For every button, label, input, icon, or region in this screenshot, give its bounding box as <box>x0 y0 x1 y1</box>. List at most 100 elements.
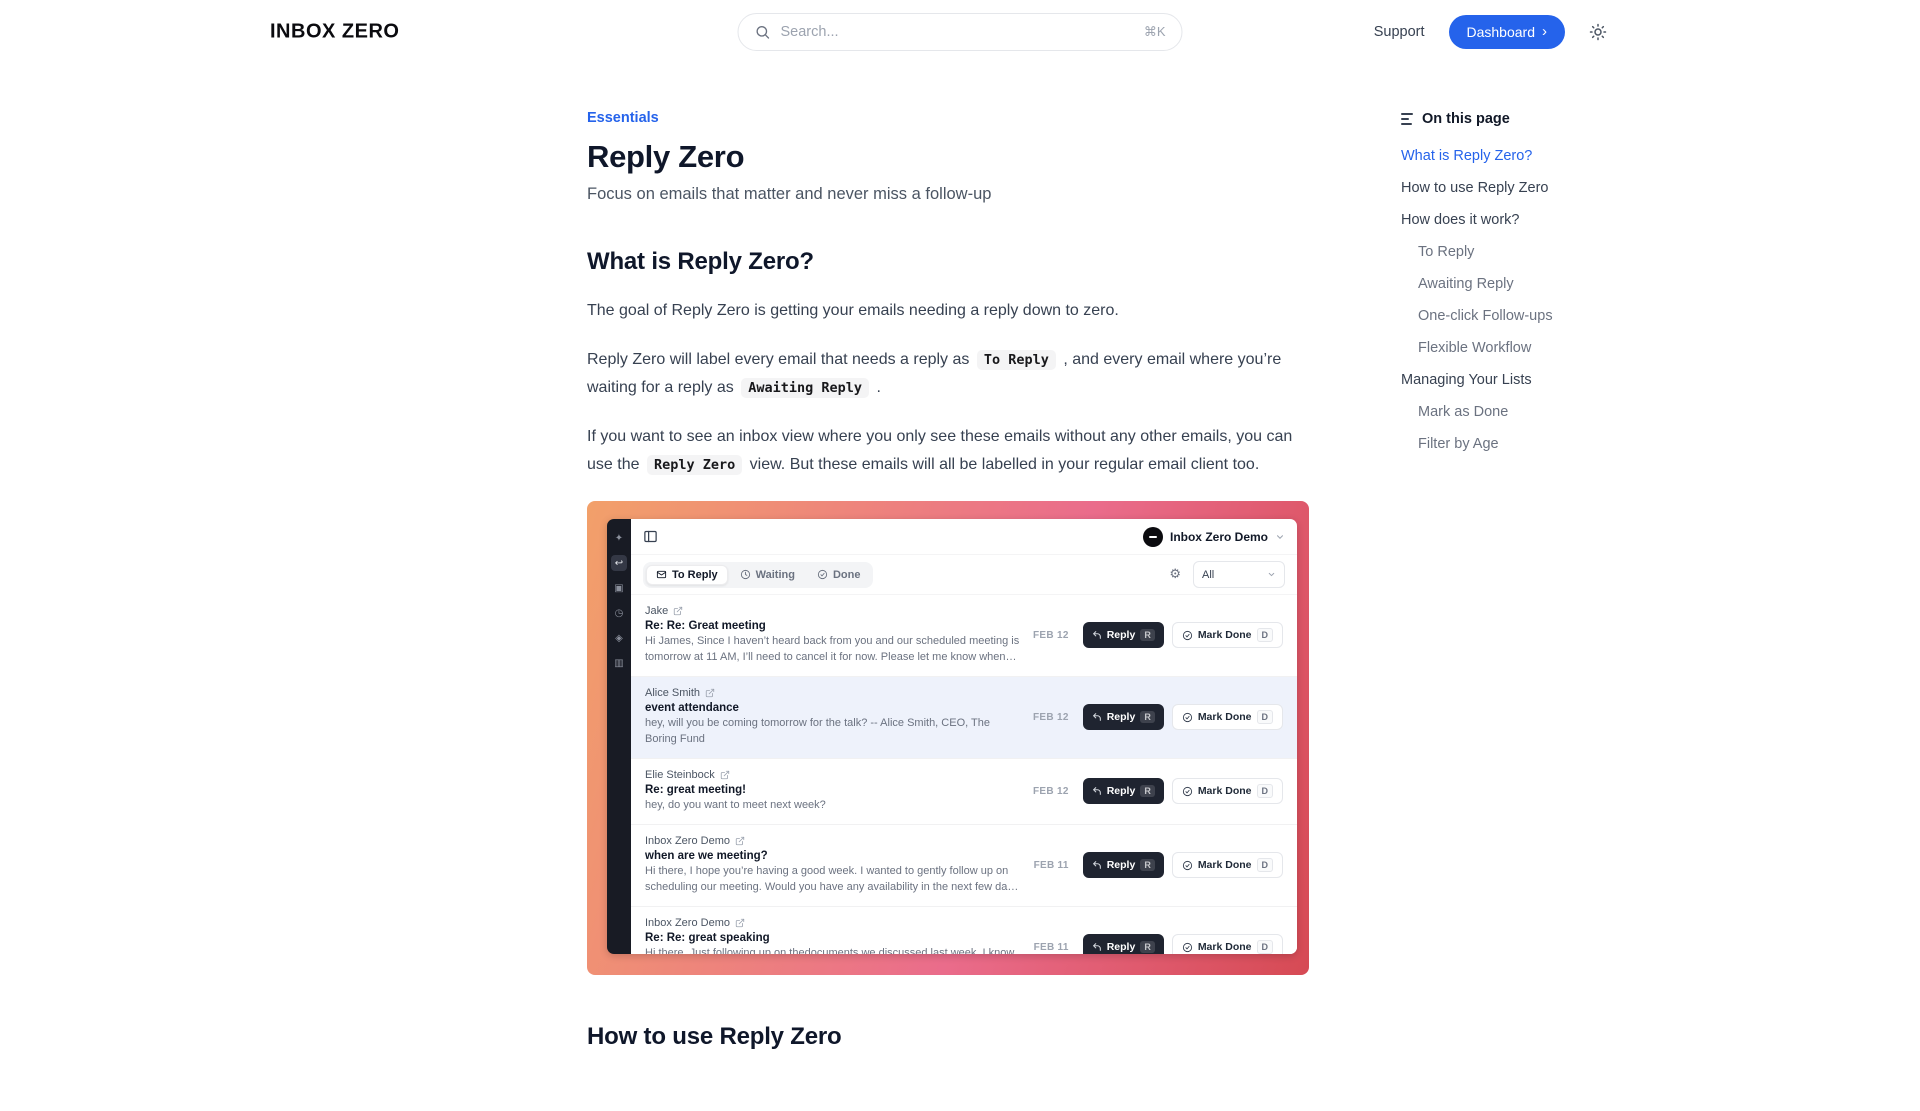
toc-heading: On this page <box>1422 111 1510 127</box>
external-link-icon[interactable] <box>735 836 745 846</box>
email-actions: FEB 12 Reply R Mark Done D <box>1033 622 1283 648</box>
mark-done-button[interactable]: Mark Done D <box>1172 778 1283 804</box>
paragraph-text: Reply Zero will label every email that n… <box>587 351 969 368</box>
reply-arrow-icon <box>1092 712 1102 722</box>
mark-done-label: Mark Done <box>1198 629 1252 641</box>
email-snippet: Hi James, Since I haven’t heard back fro… <box>645 634 1021 666</box>
tab-label: To Reply <box>672 569 718 581</box>
reply-button[interactable]: Reply R <box>1083 778 1164 804</box>
reply-arrow-icon <box>1092 942 1102 952</box>
toc-header: On this page <box>1401 111 1591 127</box>
toc-item[interactable]: How does it work? <box>1401 211 1591 230</box>
email-main: Jake Re: Re: Great meeting Hi James, Sin… <box>645 605 1021 666</box>
toc-list: What is Reply Zero? How to use Reply Zero… <box>1401 147 1591 454</box>
mark-done-button[interactable]: Mark Done D <box>1172 934 1283 954</box>
clock-icon[interactable]: ◷ <box>611 605 627 621</box>
paragraph-labels: Reply Zero will label every email that n… <box>587 346 1309 402</box>
email-main: Inbox Zero Demo when are we meeting? Hi … <box>645 835 1022 896</box>
inline-code-to-reply: To Reply <box>977 350 1056 370</box>
paragraph-view: If you want to see an inbox view where y… <box>587 423 1309 479</box>
paragraph-goal: The goal of Reply Zero is getting your e… <box>587 297 1309 325</box>
theme-toggle-sun-icon[interactable] <box>1589 23 1607 41</box>
toc-item[interactable]: Flexible Workflow <box>1401 339 1591 358</box>
toc-item[interactable]: Mark as Done <box>1401 403 1591 422</box>
toc-item[interactable]: How to use Reply Zero <box>1401 179 1591 198</box>
sidebar-toggle-icon[interactable] <box>643 529 658 544</box>
done-shortcut-badge: D <box>1257 940 1274 954</box>
email-row[interactable]: Jake Re: Re: Great meeting Hi James, Sin… <box>631 595 1297 677</box>
email-date: FEB 11 <box>1034 860 1069 871</box>
logo[interactable]: INBOX ZERO <box>270 21 399 44</box>
clock-icon <box>740 569 751 580</box>
chart-icon[interactable]: ▥ <box>611 655 627 671</box>
demo-tab-waiting[interactable]: Waiting <box>730 565 805 585</box>
reply-arrow-icon <box>1092 860 1102 870</box>
toc: On this page What is Reply Zero? How to u… <box>1401 109 1591 467</box>
toc-item[interactable]: Awaiting Reply <box>1401 275 1591 294</box>
mark-done-label: Mark Done <box>1198 785 1252 797</box>
reply-button[interactable]: Reply R <box>1083 704 1164 730</box>
toc-item[interactable]: One-click Follow-ups <box>1401 307 1591 326</box>
toc-item[interactable]: To Reply <box>1401 243 1591 262</box>
article: Essentials Reply Zero Focus on emails th… <box>587 109 1309 1051</box>
filter-select[interactable]: All <box>1193 561 1285 588</box>
external-link-icon[interactable] <box>673 606 683 616</box>
demo-tab-done[interactable]: Done <box>807 565 871 585</box>
email-row[interactable]: Inbox Zero Demo when are we meeting? Hi … <box>631 825 1297 907</box>
toc-item[interactable]: What is Reply Zero? <box>1401 147 1591 166</box>
toc-item[interactable]: Filter by Age <box>1401 435 1591 454</box>
reply-arrow-icon <box>1092 630 1102 640</box>
email-sender-line: Alice Smith <box>645 687 1021 699</box>
email-snippet: hey, do you want to meet next week? <box>645 798 1021 814</box>
external-link-icon[interactable] <box>735 918 745 928</box>
email-sender: Elie Steinbock <box>645 769 715 781</box>
email-row[interactable]: Elie Steinbock Re: great meeting! hey, d… <box>631 759 1297 825</box>
inbox-icon[interactable]: ▣ <box>611 580 627 596</box>
email-snippet: Hi there, Just following up on thedocume… <box>645 946 1022 954</box>
tag-icon[interactable]: ◈ <box>611 630 627 646</box>
check-circle-icon <box>1182 942 1193 953</box>
reply-button[interactable]: Reply R <box>1083 852 1164 878</box>
email-subject: Re: great meeting! <box>645 784 1021 796</box>
email-row[interactable]: Alice Smith event attendance hey, will y… <box>631 677 1297 759</box>
mark-done-button[interactable]: Mark Done D <box>1172 622 1283 648</box>
chevron-down-icon <box>1267 570 1276 579</box>
breadcrumb[interactable]: Essentials <box>587 110 659 126</box>
toc-item[interactable]: Managing Your Lists <box>1401 371 1591 390</box>
demo-app-sidebar: ✦ ↩ ▣ ◷ ◈ ▥ <box>607 519 631 954</box>
search-bar[interactable]: Search... ⌘K <box>738 13 1183 51</box>
external-link-icon[interactable] <box>720 770 730 780</box>
mark-done-button[interactable]: Mark Done D <box>1172 852 1283 878</box>
email-subject: when are we meeting? <box>645 850 1022 862</box>
email-row[interactable]: Inbox Zero Demo Re: Re: great speaking H… <box>631 907 1297 954</box>
reply-icon[interactable]: ↩ <box>611 555 627 571</box>
reply-label: Reply <box>1107 859 1136 871</box>
email-sender-line: Inbox Zero Demo <box>645 835 1022 847</box>
mark-done-button[interactable]: Mark Done D <box>1172 704 1283 730</box>
email-sender: Jake <box>645 605 668 617</box>
search-icon <box>755 24 771 40</box>
reply-button[interactable]: Reply R <box>1083 622 1164 648</box>
email-date: FEB 12 <box>1033 712 1069 723</box>
search-placeholder: Search... <box>781 24 1134 40</box>
sparkles-icon[interactable]: ✦ <box>611 530 627 546</box>
demo-tab-to-reply[interactable]: To Reply <box>646 565 728 585</box>
account-menu[interactable]: Inbox Zero Demo <box>1143 527 1285 547</box>
reply-button[interactable]: Reply R <box>1083 934 1164 954</box>
email-actions: FEB 11 Reply R Mark Done D <box>1034 934 1283 954</box>
demo-app-window: ✦ ↩ ▣ ◷ ◈ ▥ Inbox Zero Demo <box>607 519 1297 954</box>
demo-topbar: Inbox Zero Demo <box>631 519 1297 555</box>
email-subject: Re: Re: great speaking <box>645 932 1022 944</box>
envelope-icon <box>656 569 667 580</box>
paragraph-text: . <box>876 379 880 396</box>
email-sender-line: Inbox Zero Demo <box>645 917 1022 929</box>
email-snippet: Hi there, I hope you’re having a good we… <box>645 864 1022 896</box>
email-sender-line: Elie Steinbock <box>645 769 1021 781</box>
external-link-icon[interactable] <box>705 688 715 698</box>
dashboard-button[interactable]: Dashboard › <box>1449 15 1566 49</box>
settings-gear-icon[interactable]: ⚙ <box>1169 567 1181 582</box>
email-subject: event attendance <box>645 702 1021 714</box>
done-shortcut-badge: D <box>1257 784 1274 798</box>
support-link[interactable]: Support <box>1374 24 1425 40</box>
section-heading-how-to: How to use Reply Zero <box>587 1023 1309 1051</box>
